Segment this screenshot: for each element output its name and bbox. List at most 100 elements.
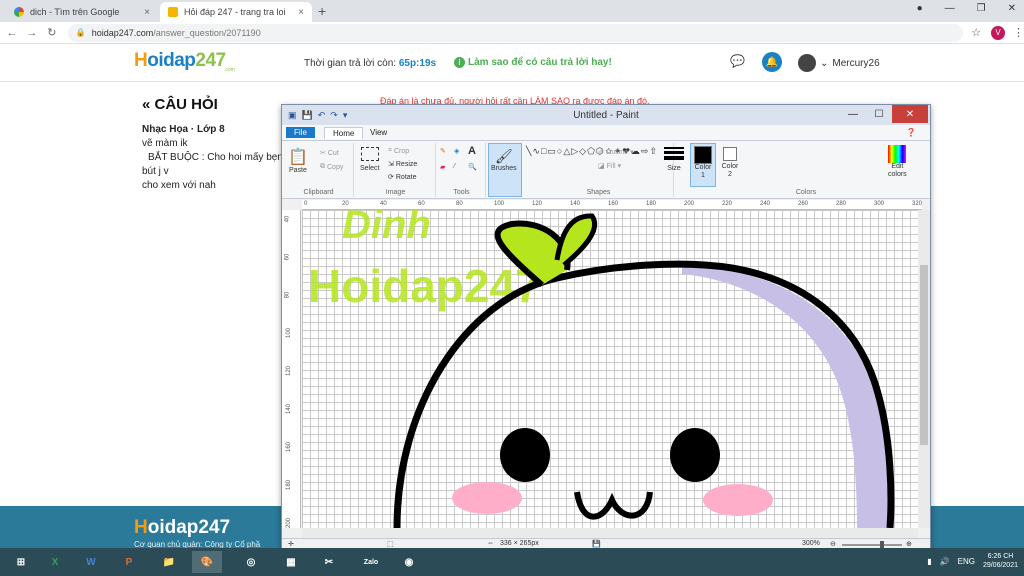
crop-icon: ⌗ xyxy=(388,147,392,154)
ruler-tick-label: 200 xyxy=(286,517,293,529)
tab-file[interactable]: File xyxy=(286,127,315,138)
pencil-icon[interactable]: ✎ xyxy=(440,147,446,155)
zoom-in-icon[interactable]: ⊕ xyxy=(906,540,912,548)
forward-icon[interactable]: → xyxy=(24,27,40,39)
color1-button[interactable]: Color 1 xyxy=(690,143,716,187)
text-tool-icon[interactable]: A xyxy=(468,145,476,157)
chat-icon[interactable]: 💬 xyxy=(730,54,745,68)
language-indicator[interactable]: ENG xyxy=(958,557,975,566)
mouth xyxy=(574,491,653,520)
outline-button[interactable]: ✐ Outline ▾ xyxy=(598,148,658,157)
horizontal-scrollbar[interactable] xyxy=(302,528,918,538)
color2-button[interactable]: Color 2 xyxy=(718,143,742,187)
url-path: /answer_question/2071190 xyxy=(153,27,261,38)
ruler-tick-label: 240 xyxy=(760,201,771,207)
rotate-icon: ⟳ xyxy=(388,174,394,181)
back-icon[interactable]: ← xyxy=(4,27,20,39)
ruler-tick-label: 140 xyxy=(570,201,581,207)
crop-button[interactable]: ⌗ Crop xyxy=(388,147,409,155)
bell-icon[interactable]: 🔔 xyxy=(762,52,782,72)
magnifier-icon[interactable]: 🔍 xyxy=(468,163,477,171)
maximize-icon[interactable]: ❐ xyxy=(977,3,986,14)
start-button[interactable]: ⊞ xyxy=(6,551,36,573)
windows-taskbar: ⊞ X W P 📁 🎨 ◎ ▦ ✂ Zalo ◉ ▮ 🔊 ENG 6:26 CH… xyxy=(0,548,1024,576)
resize-icon: ⇲ xyxy=(388,161,394,168)
color-picker-icon[interactable]: ⁄ xyxy=(454,163,455,170)
size-button[interactable]: Size xyxy=(658,143,692,197)
drawing-canvas[interactable]: Dinh Hoidap247 xyxy=(302,210,918,528)
chrome-icon[interactable]: ◉ xyxy=(394,551,424,573)
logo-suffix: .com xyxy=(224,67,235,73)
google-favicon-icon xyxy=(14,7,24,17)
tab-view[interactable]: View xyxy=(362,127,395,138)
fill-bucket-icon[interactable]: ◈ xyxy=(454,147,459,155)
copy-button[interactable]: ⧉ Copy xyxy=(320,163,343,171)
new-tab-button[interactable]: + xyxy=(318,3,326,19)
tab-google-search[interactable]: dich - Tìm trên Google × xyxy=(6,2,158,22)
url-input[interactable]: 🔒 hoidap247.com/answer_question/2071190 xyxy=(67,23,964,42)
tab-home[interactable]: Home xyxy=(324,127,364,139)
close-icon[interactable]: ✕ xyxy=(892,105,928,123)
network-icon[interactable]: ▮ xyxy=(927,557,931,566)
ruler-tick-label: 200 xyxy=(684,201,695,207)
eraser-icon[interactable]: ▰ xyxy=(440,163,445,171)
reload-icon[interactable]: ↻ xyxy=(44,26,60,39)
size-line-icon xyxy=(664,147,684,149)
paint-window: ▣ 💾 ↶ ↷ ▾ Untitled - Paint — ☐ ✕ File Ho… xyxy=(281,104,931,550)
taskbar-powerpoint[interactable]: P xyxy=(114,551,144,573)
minimize-icon[interactable]: — xyxy=(840,105,866,123)
user-menu[interactable]: ⌄ Mercury26 xyxy=(798,54,880,72)
right-cheek xyxy=(703,484,773,516)
close-window-icon[interactable]: ✕ xyxy=(1008,3,1016,14)
ruler-tick-label: 20 xyxy=(342,201,349,207)
fill-button[interactable]: ◪ Fill ▾ xyxy=(598,162,621,171)
url-host: hoidap247.com xyxy=(91,27,154,38)
profile-avatar[interactable]: V xyxy=(991,25,1005,40)
file-explorer-icon[interactable]: 📁 xyxy=(154,551,184,573)
ruler-tick-label: 120 xyxy=(286,365,293,377)
app-icon[interactable]: ◎ xyxy=(236,551,266,573)
paint-taskbar-icon[interactable]: 🎨 xyxy=(192,551,222,573)
taskbar-excel[interactable]: X xyxy=(40,551,70,573)
brushes-button[interactable]: 🖌 Brushes xyxy=(488,143,522,197)
ruler-tick-label: 80 xyxy=(284,291,291,299)
ruler-tick-label: 120 xyxy=(532,201,543,207)
group-label: Clipboard xyxy=(303,189,334,196)
ruler-tick-label: 80 xyxy=(456,201,463,207)
rotate-button[interactable]: ⟳ Rotate xyxy=(388,173,417,182)
info-icon: i xyxy=(454,57,465,68)
resize-button[interactable]: ⇲ Resize xyxy=(388,160,417,169)
minimize-icon[interactable]: — xyxy=(945,3,955,14)
vertical-scrollbar[interactable] xyxy=(918,210,930,528)
ribbon: 📋 Paste ✂ Cut ⧉ Copy Clipboard Select ⌗ Cro… xyxy=(282,141,930,199)
volume-icon[interactable]: 🔊 xyxy=(940,557,950,566)
left-cheek xyxy=(452,482,522,514)
paint-titlebar: ▣ 💾 ↶ ↷ ▾ Untitled - Paint — ☐ ✕ xyxy=(282,105,930,125)
group-label: Colors xyxy=(795,189,817,196)
snipping-icon[interactable]: ✂ xyxy=(314,551,344,573)
help-icon[interactable]: ❓ xyxy=(898,127,924,138)
clock[interactable]: 6:26 CH 29/06/2021 xyxy=(983,552,1018,570)
cut-button[interactable]: ✂ Cut xyxy=(320,149,339,158)
site-logo[interactable]: Hoidap247 xyxy=(134,50,226,72)
ruler-tick-label: 60 xyxy=(284,253,291,261)
zoom-slider[interactable] xyxy=(842,541,902,549)
zoom-out-icon[interactable]: ⊖ xyxy=(830,540,836,548)
menu-kebab-icon[interactable]: ⋮ xyxy=(1013,26,1024,39)
ruler-tick-label: 100 xyxy=(286,327,293,339)
bookmark-star-icon[interactable]: ☆ xyxy=(971,26,981,39)
taskbar-word[interactable]: W xyxy=(76,551,106,573)
maximize-icon[interactable]: ☐ xyxy=(866,105,892,123)
select-button[interactable]: Select xyxy=(360,147,379,172)
paint-title: Untitled - Paint xyxy=(573,109,639,121)
chevron-down-icon: ⌄ xyxy=(820,57,829,69)
question-line: bút j v xyxy=(142,166,169,177)
tab-hoidap247[interactable]: Hỏi đáp 247 - trang tra loi × xyxy=(160,2,312,22)
paste-button[interactable]: 📋 Paste xyxy=(288,147,308,174)
tips-link[interactable]: i Làm sao để có câu trả lời hay! xyxy=(454,57,612,68)
taskbar-zalo[interactable]: Zalo xyxy=(356,551,386,573)
edit-colors-button[interactable]: Edit colors xyxy=(888,145,907,179)
close-tab-icon[interactable]: × xyxy=(298,7,304,18)
store-icon[interactable]: ▦ xyxy=(276,551,306,573)
close-tab-icon[interactable]: × xyxy=(144,7,150,18)
